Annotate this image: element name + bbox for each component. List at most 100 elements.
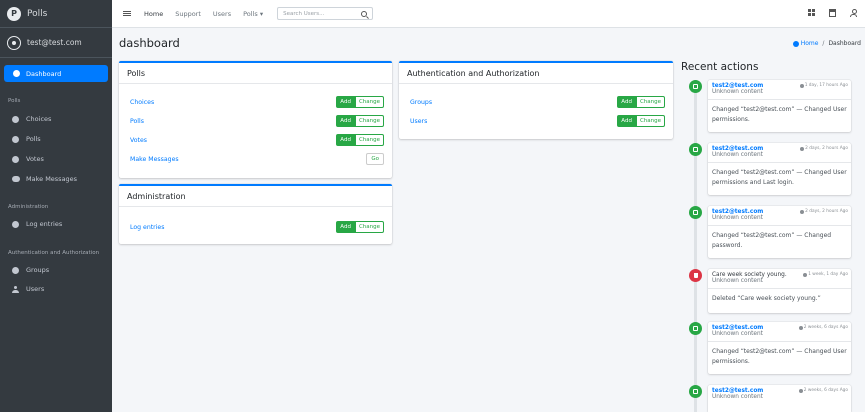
sidebar-item-users[interactable]: Users — [12, 285, 44, 293]
brand-link[interactable]: P Polls — [0, 0, 112, 28]
clock-icon — [799, 83, 804, 88]
user-avatar-icon — [7, 35, 21, 50]
nav-dropdown-polls[interactable]: Polls ▾ — [243, 10, 263, 18]
change-button[interactable]: Change — [635, 115, 665, 127]
breadcrumb-home[interactable]: Home — [792, 40, 818, 47]
content-type: Unknown content — [712, 331, 763, 337]
sidebar-item-groups[interactable]: Groups — [12, 266, 49, 274]
content-type: Unknown content — [712, 215, 763, 221]
clock-icon — [800, 146, 805, 151]
brand-logo-icon: P — [7, 6, 21, 21]
notebook-icon[interactable] — [829, 9, 836, 17]
edit-icon — [689, 322, 702, 335]
apps-grid-icon[interactable] — [808, 9, 815, 16]
search-placeholder: Search Users... — [283, 10, 325, 17]
recent-actions-title: Recent actions — [681, 61, 759, 73]
model-link-polls[interactable]: Polls — [130, 118, 144, 125]
sidebar: P Polls test@test.com Dashboard Polls Ch… — [0, 0, 112, 412]
sidebar-item-votes[interactable]: Votes — [12, 155, 44, 163]
edit-icon — [689, 206, 702, 219]
content-type: Unknown content — [712, 278, 763, 284]
add-button[interactable]: Add — [336, 221, 355, 233]
content-type: Unknown content — [712, 394, 763, 400]
user-icon — [12, 285, 19, 293]
add-button[interactable]: Add — [336, 96, 355, 108]
tachometer-icon — [13, 70, 20, 77]
change-button[interactable]: Change — [354, 134, 384, 146]
content-type: Unknown content — [712, 89, 763, 95]
go-button[interactable]: Go — [366, 153, 384, 165]
model-link-votes[interactable]: Votes — [130, 137, 147, 144]
sidebar-item-label: Choices — [26, 115, 52, 123]
change-button[interactable]: Change — [635, 96, 665, 108]
top-navbar: Home Support Users Polls ▾ Search Users.… — [112, 0, 865, 28]
sidebar-item-choices[interactable]: Choices — [12, 115, 51, 123]
edit-icon — [689, 80, 702, 93]
nav-link-home[interactable]: Home — [144, 10, 163, 18]
change-button[interactable]: Change — [354, 221, 384, 233]
sidebar-item-make-messages[interactable]: Make Messages — [12, 175, 77, 183]
app-card-administration: Administration Log entries Add Change — [119, 184, 392, 244]
card-title: Administration — [119, 186, 392, 207]
action-time: 1 day, 17 hours Ago — [799, 83, 848, 88]
time-text: 1 week, 1 day Ago — [808, 272, 848, 277]
circle-icon — [12, 135, 19, 143]
breadcrumb-separator: / — [822, 40, 825, 47]
user-panel[interactable]: test@test.com — [0, 28, 112, 58]
model-row-votes: Votes Add Change — [130, 134, 384, 146]
search-icon[interactable] — [361, 10, 368, 17]
sidebar-item-label: Votes — [26, 155, 44, 163]
sidebar-header-polls: Polls — [8, 98, 21, 104]
model-link-users[interactable]: Users — [410, 118, 427, 125]
model-row-groups: Groups Add Change — [410, 96, 665, 108]
timeline-item: test2@test.com Unknown content 2 days, 2 h… — [708, 206, 851, 258]
sidebar-item-dashboard[interactable]: Dashboard — [4, 65, 108, 82]
search-input[interactable]: Search Users... — [277, 7, 374, 20]
user-name: test@test.com — [27, 38, 82, 47]
change-button[interactable]: Change — [354, 115, 384, 127]
card-title: Authentication and Authorization — [399, 63, 673, 84]
hamburger-menu-icon[interactable] — [123, 9, 131, 18]
model-link-groups[interactable]: Groups — [410, 99, 432, 106]
add-button[interactable]: Add — [617, 96, 636, 108]
action-time: 2 weeks, 6 days Ago — [798, 325, 848, 330]
timeline-line — [694, 80, 697, 412]
action-message: Changed “test2@test.com” — Changed User … — [712, 169, 847, 186]
sidebar-item-label: Log entries — [26, 220, 63, 228]
sidebar-item-label: Dashboard — [26, 69, 62, 78]
add-button[interactable]: Add — [336, 115, 355, 127]
app-card-auth: Authentication and Authorization Groups … — [399, 61, 673, 139]
change-button[interactable]: Change — [354, 96, 384, 108]
model-row-log-entries: Log entries Add Change — [130, 221, 384, 233]
nav-link-users[interactable]: Users — [213, 10, 231, 18]
tachometer-icon — [792, 40, 799, 47]
action-message: Deleted “Care week society young.” — [712, 295, 821, 302]
nav-link-support[interactable]: Support — [175, 10, 201, 18]
time-text: 2 days, 2 hours Ago — [805, 209, 848, 214]
sidebar-item-log-entries[interactable]: Log entries — [12, 220, 62, 228]
timeline-item: Care week society young. Unknown content 1… — [708, 269, 851, 313]
model-link-choices[interactable]: Choices — [130, 99, 154, 106]
sidebar-header-auth: Authentication and Authorization — [8, 250, 100, 256]
timeline-item: test2@test.com Unknown content 2 weeks, 6 … — [708, 322, 851, 374]
sidebar-item-label: Groups — [26, 266, 50, 274]
circle-icon — [12, 266, 19, 274]
action-time: 2 days, 2 hours Ago — [800, 146, 848, 151]
add-button[interactable]: Add — [336, 134, 355, 146]
sidebar-item-polls[interactable]: Polls — [12, 135, 41, 143]
user-account-icon[interactable] — [850, 9, 857, 17]
time-text: 2 weeks, 6 days Ago — [803, 325, 848, 330]
app-card-polls: Polls Choices Add Change Polls Add Change … — [119, 61, 392, 178]
timeline-item: test2@test.com Unknown content 2 days, 2 h… — [708, 143, 851, 195]
model-link-log-entries[interactable]: Log entries — [130, 224, 164, 231]
add-button[interactable]: Add — [617, 115, 636, 127]
model-link-make-messages[interactable]: Make Messages — [130, 156, 179, 163]
action-time: 1 week, 1 day Ago — [803, 272, 848, 277]
model-row-choices: Choices Add Change — [130, 96, 384, 108]
action-time: 2 weeks, 6 days Ago — [798, 388, 848, 393]
model-row-polls: Polls Add Change — [130, 115, 384, 127]
time-text: 2 days, 2 hours Ago — [805, 146, 848, 151]
sidebar-item-label: Make Messages — [26, 175, 78, 183]
action-message: Changed “test2@test.com” — Changed User … — [712, 106, 847, 123]
action-message: Changed “test2@test.com” — Changed User … — [712, 348, 847, 365]
